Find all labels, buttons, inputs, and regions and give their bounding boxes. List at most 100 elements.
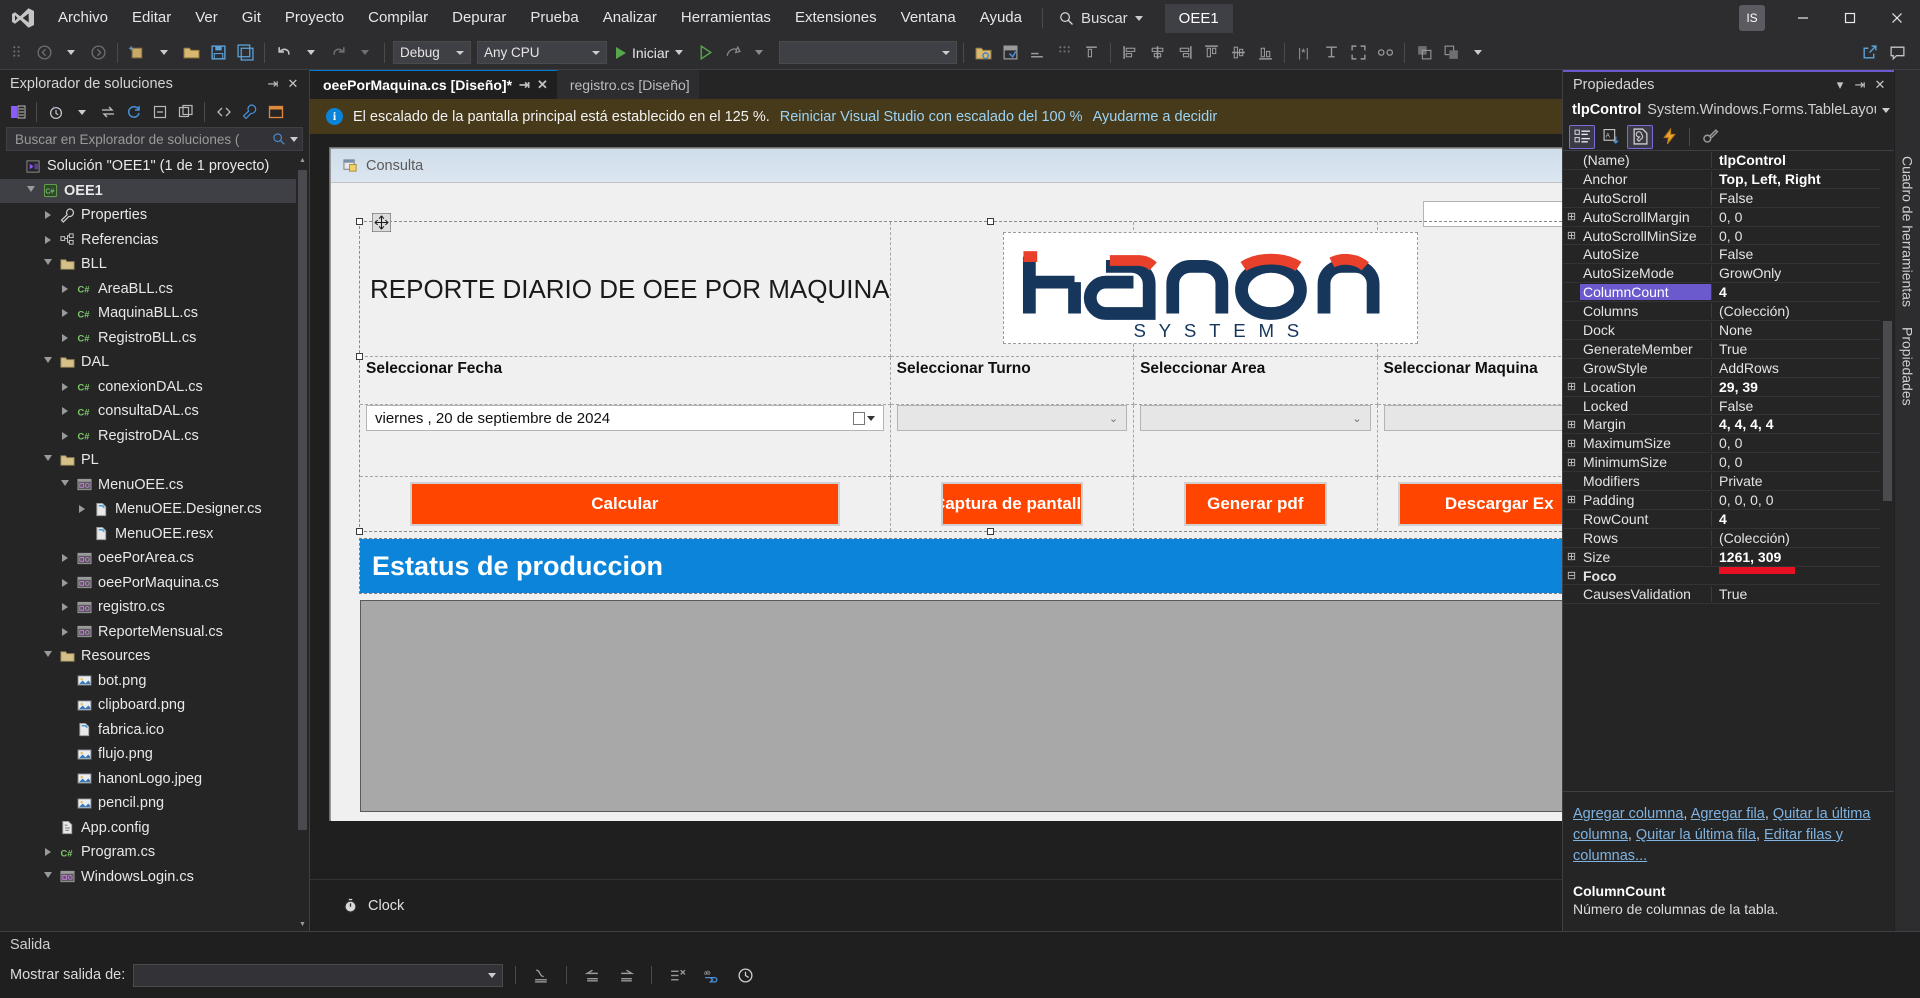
share-button[interactable] — [1856, 39, 1882, 67]
property-row[interactable]: AutoSize False — [1563, 245, 1894, 265]
close-icon[interactable]: ✕ — [1870, 75, 1890, 95]
chevron-down-icon[interactable]: ▾ — [1830, 75, 1850, 95]
tree-item[interactable]: flujo.png — [0, 742, 309, 767]
tlp-control[interactable]: REPORTE DIARIO DE OEE POR MAQUINA Selecc… — [356, 212, 1562, 535]
expand-icon[interactable]: ⊞ — [1563, 493, 1580, 506]
consulta-form[interactable]: Consulta REPORTE DIARIO DE OEE POR MAQUI… — [330, 148, 1562, 821]
tab-registro[interactable]: registro.cs [Diseño] — [556, 70, 699, 99]
tree-item[interactable]: Resources — [0, 644, 309, 669]
property-value[interactable]: True — [1712, 586, 1894, 602]
resize-handle-bc[interactable] — [986, 528, 994, 535]
tree-scrollbar[interactable]: ▲ ▼ — [296, 154, 309, 931]
expander-icon[interactable] — [40, 848, 56, 857]
expander-icon[interactable] — [40, 211, 56, 220]
tree-item[interactable]: C# RegistroDAL.cs — [0, 424, 309, 449]
tree-item[interactable]: WindowsLogin.cs — [0, 865, 309, 890]
property-row[interactable]: Columns (Colección) — [1563, 302, 1894, 322]
solution-platform-combo[interactable]: Any CPU — [477, 41, 607, 64]
tree-item[interactable]: C# MaquinaBLL.cs — [0, 301, 309, 326]
expander-icon[interactable] — [57, 333, 73, 342]
refresh-icon[interactable] — [121, 100, 146, 124]
open-file-button[interactable] — [178, 39, 204, 67]
property-row[interactable]: CausesValidation True — [1563, 585, 1894, 605]
restart-vs-link[interactable]: Reiniciar Visual Studio con escalado del… — [780, 109, 1083, 125]
property-value[interactable]: 0, 0 — [1712, 209, 1894, 225]
menu-editar[interactable]: Editar — [120, 0, 183, 36]
tree-item[interactable]: C# Program.cs — [0, 840, 309, 865]
menu-ayuda[interactable]: Ayuda — [968, 0, 1034, 36]
property-value[interactable]: tlpControl — [1712, 152, 1894, 168]
property-value[interactable]: 4 — [1712, 511, 1894, 527]
minimize-button[interactable] — [1779, 0, 1826, 36]
tree-item[interactable]: MenuOEE.cs — [0, 473, 309, 498]
align-to-grid-button[interactable] — [1024, 39, 1050, 67]
estatus-produccion-banner[interactable]: Estatus de produccion — [359, 538, 1562, 594]
properties-scrollbar[interactable] — [1880, 151, 1894, 791]
menu-herramientas[interactable]: Herramientas — [669, 0, 783, 36]
redo-button[interactable] — [325, 39, 351, 67]
property-value[interactable]: 1261, 309 — [1712, 549, 1894, 565]
go-to-previous-message-button[interactable] — [579, 963, 605, 987]
tray-item-clock[interactable]: Clock — [368, 898, 404, 914]
align-centers-button[interactable] — [1144, 39, 1170, 67]
tree-item[interactable]: MenuOEE.Designer.cs — [0, 497, 309, 522]
move-handle-icon[interactable] — [371, 212, 392, 233]
property-value[interactable]: False — [1712, 398, 1894, 414]
align-bottoms-button[interactable] — [1252, 39, 1278, 67]
property-row[interactable]: ⊞ MinimumSize 0, 0 — [1563, 453, 1894, 473]
tree-item[interactable]: DAL — [0, 350, 309, 375]
navigate-back-button[interactable] — [31, 39, 57, 67]
form-designer-surface[interactable]: Consulta REPORTE DIARIO DE OEE POR MAQUI… — [310, 134, 1562, 879]
view-code-icon[interactable] — [211, 100, 236, 124]
expand-icon[interactable]: ⊞ — [1563, 437, 1580, 450]
expander-icon[interactable] — [40, 455, 56, 465]
menu-ventana[interactable]: Ventana — [889, 0, 968, 36]
expander-icon[interactable] — [57, 309, 73, 318]
link-agregar-columna[interactable]: Agregar columna — [1573, 806, 1683, 822]
property-value[interactable]: True — [1712, 341, 1894, 357]
tree-item[interactable]: fabrica.ico — [0, 718, 309, 743]
expand-icon[interactable]: ⊞ — [1563, 418, 1580, 431]
property-row[interactable]: GrowStyle AddRows — [1563, 359, 1894, 378]
expander-icon[interactable] — [23, 185, 39, 196]
size-to-grid-button[interactable] — [1345, 39, 1371, 67]
property-row[interactable]: ⊞ Size 1261, 309 — [1563, 548, 1894, 567]
property-value[interactable]: AddRows — [1712, 360, 1894, 376]
maximize-button[interactable] — [1826, 0, 1873, 36]
property-value[interactable]: (Colección) — [1712, 530, 1894, 546]
toggle-word-wrap-button[interactable]: ab — [698, 963, 724, 987]
pin-icon[interactable]: ⇥ — [519, 77, 530, 93]
output-source-combo[interactable] — [133, 963, 504, 987]
redo-dropdown[interactable] — [352, 39, 378, 67]
vtab-propiedades[interactable]: Propiedades — [1900, 327, 1916, 406]
solution-configuration-combo[interactable]: Debug — [393, 41, 471, 64]
undo-dropdown[interactable] — [298, 39, 324, 67]
property-row[interactable]: AutoScroll False — [1563, 189, 1894, 208]
expander-icon[interactable] — [57, 603, 73, 612]
go-to-next-message-button[interactable] — [613, 963, 639, 987]
tree-item[interactable]: MenuOEE.resx — [0, 522, 309, 547]
properties-view-button[interactable] — [1627, 124, 1653, 149]
tree-item[interactable]: pencil.png — [0, 791, 309, 816]
property-value[interactable]: Private — [1712, 473, 1894, 489]
expander-icon[interactable] — [57, 578, 73, 587]
alphabetical-view-button[interactable]: A — [1598, 125, 1624, 149]
menu-compilar[interactable]: Compilar — [356, 0, 440, 36]
pending-changes-icon[interactable] — [43, 100, 68, 124]
start-without-debug-button[interactable] — [692, 39, 718, 67]
property-value[interactable]: 0, 0 — [1712, 454, 1894, 470]
toolbar-overflow-button[interactable] — [1465, 39, 1491, 67]
tree-item[interactable]: registro.cs — [0, 595, 309, 620]
tree-item[interactable]: C# conexionDAL.cs — [0, 375, 309, 400]
save-button[interactable] — [205, 39, 231, 67]
preview-selected-items-button[interactable] — [970, 39, 996, 67]
tree-item[interactable]: C# AreaBLL.cs — [0, 277, 309, 302]
property-row[interactable]: ⊞ Padding 0, 0, 0, 0 — [1563, 491, 1894, 510]
align-tops-button[interactable] — [1198, 39, 1224, 67]
close-icon[interactable]: ✕ — [283, 74, 303, 94]
align-middles-button[interactable] — [1225, 39, 1251, 67]
new-project-dropdown[interactable] — [151, 39, 177, 67]
feedback-button[interactable] — [1884, 39, 1910, 67]
resize-handle-ml[interactable] — [356, 353, 363, 360]
resize-handle-tl[interactable] — [356, 218, 363, 225]
